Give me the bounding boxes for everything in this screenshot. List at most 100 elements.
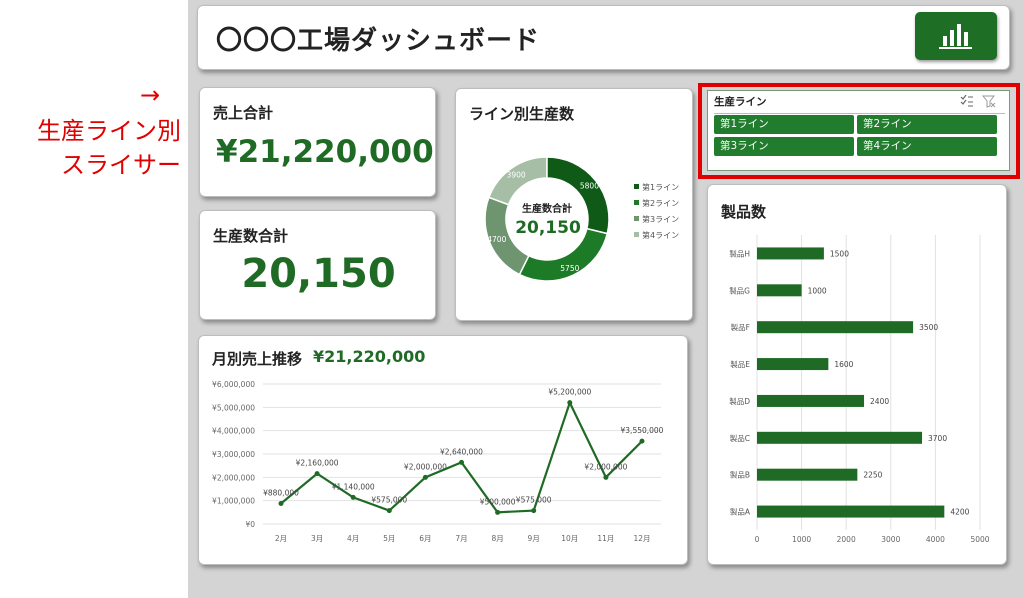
y-category-label: 製品H [729,248,750,258]
x-tick-label: 6月 [419,534,431,543]
y-tick-label: ¥5,000,000 [212,403,255,412]
bar [757,431,923,444]
annotation-text-line1: 生産ライン別 [37,117,181,145]
y-tick-label: ¥3,000,000 [212,450,255,459]
donut-chart: 生産数合計 20,150 5800 5750 4700 3900 第1ライン第2ライン第3ラ… [484,156,679,282]
x-tick-label: 0 [755,535,760,544]
bar-value-label: 2250 [863,471,882,480]
monthly-line-chart: ¥0 ¥1,000,000 ¥2,000,000 ¥3,000,000 ¥4,000,0… [212,380,664,543]
data-label: ¥1,140,000 [332,482,375,491]
annotation-arrow: → [140,81,161,109]
data-label: ¥880,000 [263,488,299,497]
donut-data-label: 5800 [580,182,599,191]
line-slicer[interactable]: 生産ライン 第1ライン 第2ライン 第3ライン 第4ライン [707,90,1010,171]
y-category-label: 製品F [731,322,750,332]
data-label: ¥2,000,000 [404,462,447,471]
donut-slice [487,156,548,206]
legend-swatch [634,216,639,221]
kpi-sales-label: 売上合計 [213,104,274,122]
bar-chart-icon [939,24,972,49]
multi-select-icon[interactable] [960,95,974,107]
legend-label: 第4ライン [642,230,679,240]
slicer-title: 生産ライン [714,96,767,108]
kpi-production-card: 生産数合計 20,150 [199,210,436,320]
y-category-label: 製品A [730,507,751,517]
product-bar-chart: 0 1000 2000 3000 4000 5000 製品H 1500 製品G 1000 製品F 35… [729,235,990,544]
bar [757,284,802,297]
data-label: ¥500,000 [480,497,516,506]
data-label: ¥2,160,000 [296,459,339,468]
donut-data-label: 5750 [560,264,579,273]
bar-value-label: 1600 [834,360,853,369]
x-tick-label: 2000 [837,535,856,544]
legend-label: 第2ライン [642,198,679,208]
x-tick-label: 3000 [881,535,900,544]
x-tick-label: 2月 [275,534,287,543]
x-tick-label: 4000 [926,535,945,544]
legend-swatch [634,232,639,237]
x-tick-label: 3月 [311,534,323,543]
data-point [603,474,609,480]
kpi-production-label: 生産数合計 [213,227,289,245]
y-category-label: 製品D [729,396,750,406]
monthly-sales-card: 月別売上推移 ¥21,220,000 ¥0 ¥1,000,000 ¥2,000,00… [198,335,688,565]
data-point [422,474,428,480]
dashboard-title: 〇〇〇工場ダッシュボード [216,26,541,56]
kpi-sales-card: 売上合計 ¥21,220,000 [199,87,436,197]
donut-center-label: 生産数合計 [522,202,572,215]
data-label: ¥575,000 [516,496,552,505]
data-label: ¥575,000 [371,496,407,505]
donut-center-value: 20,150 [515,218,581,238]
legend-label: 第1ライン [642,182,679,192]
y-category-label: 製品E [730,359,750,369]
x-tick-label: 9月 [528,534,540,543]
x-tick-label: 11月 [597,534,614,543]
bar [757,505,945,518]
dashboard-logo-button[interactable] [915,12,997,60]
y-tick-label: ¥1,000,000 [212,497,255,506]
y-tick-label: ¥0 [245,520,255,529]
slicer-button-line1[interactable]: 第1ライン [714,115,854,134]
data-point [278,500,284,506]
y-category-label: 製品B [730,470,750,480]
annotation-text-line2: スライサー [61,151,181,179]
slicer-button-line4[interactable]: 第4ライン [857,137,997,156]
series-line [280,399,643,514]
slicer-button-line2[interactable]: 第2ライン [857,115,997,134]
data-point [459,459,464,465]
data-point [495,509,501,515]
data-label: ¥2,640,000 [440,447,483,456]
donut-data-label: 4700 [487,235,506,244]
legend-swatch [634,200,639,205]
clear-filter-icon[interactable] [982,95,996,108]
x-tick-label: 10月 [561,534,578,543]
bar-value-label: 2400 [870,397,889,406]
x-tick-label: 12月 [633,534,650,543]
x-tick-label: 7月 [455,534,467,543]
y-tick-label: ¥2,000,000 [212,473,255,482]
bar [757,247,824,260]
bar [757,321,914,334]
bar [757,358,829,371]
product-count-card: 製品数 0 1000 2000 3000 4000 5000 製品H 1500 製品G 1000 製… [707,184,1007,565]
slicer-button-line3[interactable]: 第3ライン [714,137,854,156]
bar-value-label: 3700 [928,434,947,443]
bar-value-label: 4200 [950,508,969,517]
bar-value-label: 3500 [919,323,938,332]
x-tick-label: 4月 [347,534,359,543]
bar-value-label: 1500 [830,249,849,258]
legend-swatch [634,184,639,189]
kpi-sales-value: ¥21,220,000 [216,134,434,170]
data-point [639,438,645,444]
bar [757,468,858,481]
data-point [386,508,392,514]
data-label: ¥5,200,000 [548,388,591,397]
data-point [531,508,537,514]
data-label: ¥2,000,000 [584,462,627,471]
x-tick-label: 5月 [383,534,395,543]
donut-data-label: 3900 [507,171,526,180]
data-label: ¥3,550,000 [621,426,664,435]
bar-value-label: 1000 [808,286,827,295]
x-tick-label: 5000 [970,535,989,544]
data-point [314,471,320,477]
